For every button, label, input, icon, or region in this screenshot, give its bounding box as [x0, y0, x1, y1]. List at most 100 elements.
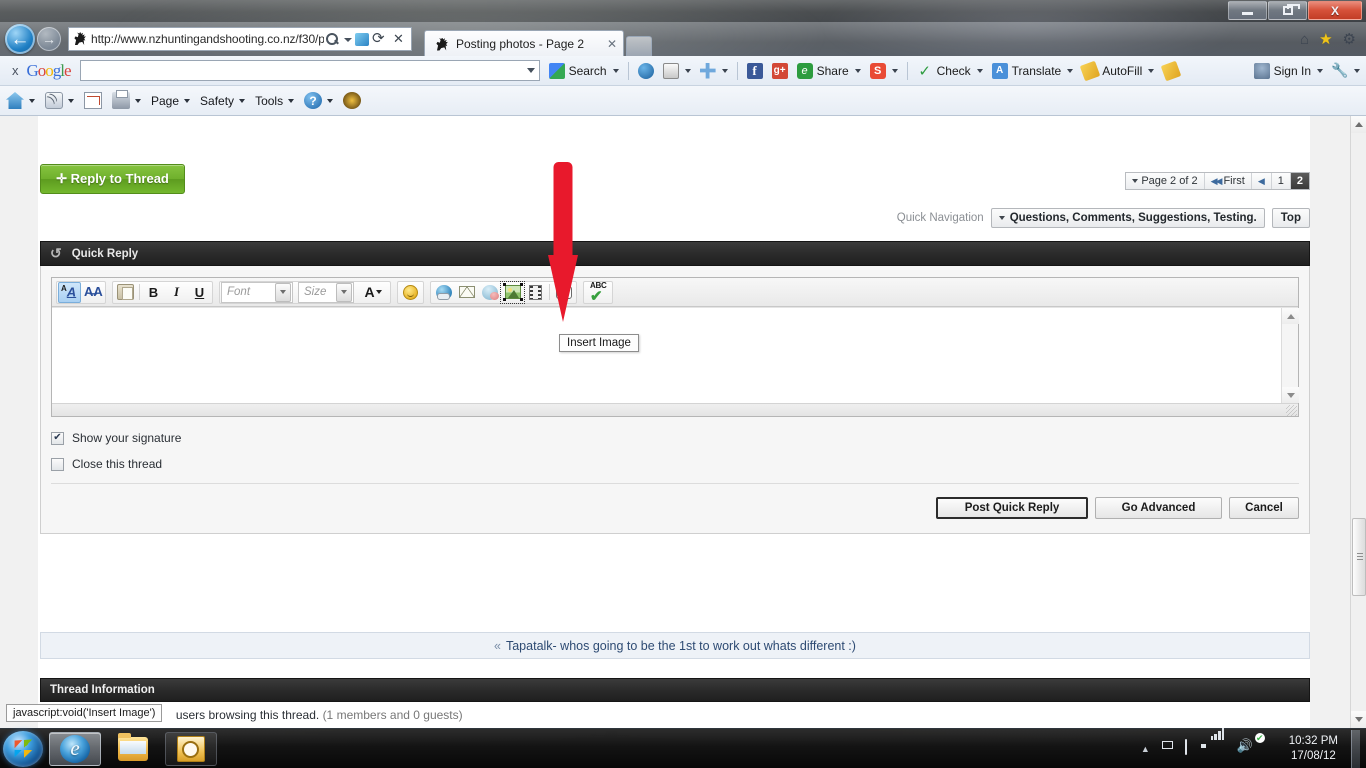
minimize-button[interactable]	[1228, 1, 1267, 20]
volume-icon[interactable]	[1237, 738, 1254, 757]
insert-email-button[interactable]	[455, 282, 478, 303]
tools-gear-icon[interactable]: ⚙	[1343, 30, 1356, 48]
scroll-down-icon[interactable]	[1282, 387, 1299, 403]
go-advanced-button[interactable]: Go Advanced	[1095, 497, 1222, 519]
scroll-up-icon[interactable]	[1282, 308, 1299, 324]
paste-button[interactable]	[114, 282, 137, 303]
first-page-button[interactable]: ◀◀ First	[1204, 173, 1252, 189]
google-add-button[interactable]	[699, 62, 728, 79]
bold-button[interactable]: B	[142, 282, 165, 303]
tapatalk-link[interactable]: Tapatalk- whos going to be the 1st to wo…	[506, 639, 856, 653]
google-toolbar-close-icon[interactable]: x	[6, 63, 27, 78]
tab-close-icon[interactable]: ✕	[607, 37, 617, 51]
chevron-down-icon[interactable]	[275, 282, 291, 302]
page-1-button[interactable]: 1	[1271, 173, 1291, 189]
post-quick-reply-button[interactable]: Post Quick Reply	[936, 497, 1088, 519]
page-scroll-thumb[interactable]	[1352, 518, 1366, 596]
spellcheck-button[interactable]: ABC ✔	[585, 281, 611, 305]
show-signature-row[interactable]: Show your signature	[51, 431, 1299, 445]
chevron-down-icon[interactable]	[1354, 68, 1360, 73]
show-hidden-icons-icon[interactable]: ▲	[1141, 744, 1150, 754]
resize-grip[interactable]	[1286, 405, 1297, 416]
taskbar-item-windows-explorer[interactable]	[107, 732, 159, 766]
close-thread-row[interactable]: Close this thread	[51, 457, 1299, 471]
action-center-flag-icon[interactable]	[1159, 740, 1176, 757]
previous-page-button[interactable]: ◀	[1251, 173, 1272, 189]
autofill-button[interactable]: AutoFill	[1079, 60, 1155, 81]
taskbar-item-internet-explorer[interactable]	[49, 731, 101, 766]
underline-button[interactable]: U	[188, 282, 211, 303]
restore-button[interactable]	[1268, 1, 1307, 20]
chevron-down-icon[interactable]	[976, 68, 983, 73]
safety-menu[interactable]: Safety	[200, 94, 246, 108]
cancel-button[interactable]: Cancel	[1229, 497, 1299, 519]
chevron-down-icon[interactable]	[891, 68, 898, 73]
page-scroll-up-icon[interactable]	[1351, 116, 1366, 133]
page-scroll-down-icon[interactable]	[1351, 711, 1366, 728]
text-color-button[interactable]: A	[359, 282, 389, 303]
back-button[interactable]	[5, 24, 35, 54]
insert-video-button[interactable]	[524, 282, 547, 303]
refresh-icon[interactable]	[372, 29, 388, 47]
start-button[interactable]	[3, 730, 43, 767]
remove-format-icon[interactable]: A̶A	[81, 282, 104, 303]
chevron-down-icon[interactable]	[239, 98, 246, 103]
notes-button[interactable]	[1160, 60, 1182, 81]
search-icon[interactable]	[324, 31, 340, 47]
chevron-down-icon[interactable]	[327, 98, 334, 103]
tools-menu[interactable]: Tools	[255, 94, 295, 108]
chevron-down-icon[interactable]	[135, 98, 141, 103]
googleplus-share-button[interactable]: g+	[771, 62, 788, 79]
google-search-input[interactable]	[79, 60, 540, 81]
font-color-icon[interactable]: AA	[58, 281, 81, 303]
home-icon[interactable]: ⌂	[1300, 31, 1309, 48]
taskbar-item-microsoft-outlook[interactable]	[165, 731, 217, 766]
editor-scrollbar[interactable]	[1281, 308, 1299, 403]
size-select[interactable]: Size	[298, 281, 354, 303]
stop-icon[interactable]	[391, 31, 407, 47]
sign-in-button[interactable]: Sign In	[1253, 62, 1323, 79]
insert-image-button[interactable]	[500, 280, 525, 304]
show-desktop-button[interactable]	[1351, 729, 1360, 768]
share-button[interactable]: e Share	[796, 62, 861, 79]
chevron-down-icon[interactable]	[184, 98, 191, 103]
page-menu[interactable]: Page	[151, 94, 191, 108]
favorites-star-icon[interactable]: ★	[1319, 30, 1332, 48]
quick-navigation-select[interactable]: Questions, Comments, Suggestions, Testin…	[990, 208, 1265, 228]
italic-button[interactable]: I	[165, 282, 188, 303]
chevron-down-icon[interactable]	[612, 68, 619, 73]
message-textarea[interactable]	[52, 308, 1281, 403]
clock[interactable]: 10:32 PM 17/08/12	[1289, 734, 1338, 763]
feeds-button[interactable]	[45, 92, 74, 109]
translate-button[interactable]: A Translate	[991, 62, 1074, 79]
read-mail-button[interactable]	[84, 92, 102, 109]
new-tab-button[interactable]	[626, 36, 652, 56]
chevron-down-icon[interactable]	[721, 68, 728, 73]
addon-button[interactable]	[343, 92, 362, 109]
chevron-down-icon[interactable]	[1148, 68, 1155, 73]
google-news-button[interactable]	[662, 62, 691, 79]
help-button[interactable]: ?	[304, 92, 334, 109]
facebook-share-button[interactable]: f	[746, 62, 763, 79]
chevron-down-icon[interactable]	[29, 98, 35, 103]
network-signal-icon[interactable]	[1210, 728, 1228, 757]
compatibility-view-icon[interactable]	[355, 33, 369, 46]
chevron-down-icon[interactable]	[288, 98, 295, 103]
power-plug-icon[interactable]	[1184, 739, 1202, 757]
toolbar-settings-button[interactable]: 🔧	[1331, 62, 1360, 79]
reply-to-thread-button[interactable]: ✛ Reply to Thread	[40, 164, 185, 194]
insert-link-button[interactable]	[432, 282, 455, 303]
forward-button[interactable]	[37, 27, 61, 51]
dropbox-icon[interactable]	[1263, 740, 1280, 757]
page-of-dropdown[interactable]: Page 2 of 2	[1126, 173, 1205, 189]
insert-attachment-button[interactable]	[478, 282, 501, 303]
stumbleupon-button[interactable]: S	[869, 62, 898, 79]
address-bar[interactable]: http://www.nzhuntingandshooting.co.nz/f3…	[68, 27, 412, 51]
chevron-down-icon[interactable]	[854, 68, 861, 73]
google-search-button[interactable]: Search	[548, 62, 619, 79]
page-scrollbar[interactable]	[1350, 116, 1366, 728]
chevron-down-icon[interactable]	[343, 31, 352, 47]
smiley-button[interactable]	[399, 282, 422, 303]
google-globe-button[interactable]	[637, 62, 654, 79]
print-button[interactable]	[112, 90, 141, 109]
